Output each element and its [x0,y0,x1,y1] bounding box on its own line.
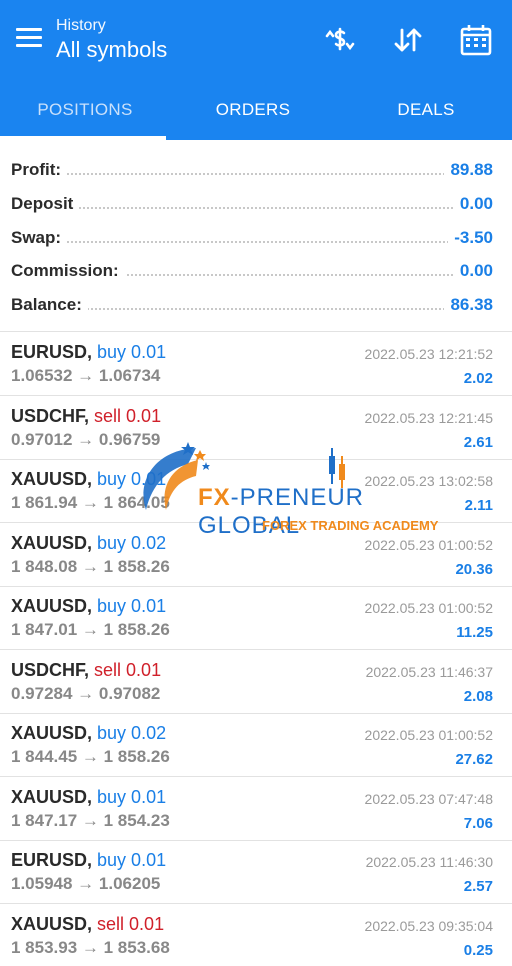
summary-label: Swap: [11,228,68,248]
calendar-icon[interactable] [458,22,494,58]
trade-prices: 1 847.17 → 1 854.23 [11,811,170,830]
trade-profit: 0.25 [463,942,493,959]
header-subtitle: History [56,17,106,34]
trade-time: 2022.05.23 12:21:52 [364,346,493,362]
tab-bar: POSITIONS ORDERS DEALS [0,78,512,140]
summary-label: Profit: [11,160,68,180]
trade-side: buy 0.01 [97,342,167,362]
trade-row[interactable]: XAUUSD, sell 0.01 1 853.93 → 1 853.68 20… [0,904,512,966]
trade-row[interactable]: EURUSD, buy 0.01 1.06532 → 1.06734 2022.… [0,332,512,396]
trade-profit: 11.25 [456,624,493,641]
trade-side: buy 0.01 [97,850,167,870]
trade-time: 2022.05.23 01:00:52 [364,727,493,743]
summary-value: 86.38 [444,295,493,315]
sort-icon[interactable] [390,22,426,58]
trade-profit: 2.57 [463,878,493,895]
trade-side: buy 0.01 [97,596,167,616]
trade-side: buy 0.01 [97,469,167,489]
tab-orders[interactable]: ORDERS [168,78,338,140]
summary-value: 0.00 [453,261,493,281]
trade-time: 2022.05.23 07:47:48 [364,791,493,807]
trade-time: 2022.05.23 13:02:58 [364,473,493,489]
trade-prices: 0.97012 → 0.96759 [11,430,161,449]
summary-value: 0.00 [453,194,493,214]
summary-row-swap: Swap: -3.50 [11,222,493,254]
trade-symbol: USDCHF, [11,660,90,680]
trade-row[interactable]: USDCHF, sell 0.01 0.97284 → 0.97082 2022… [0,650,512,714]
trade-side: buy 0.02 [97,723,167,743]
trade-prices: 1.05948 → 1.06205 [11,874,161,893]
account-summary: Profit: 89.88 Deposit 0.00 Swap: -3.50 C… [0,140,512,332]
trade-time: 2022.05.23 12:21:45 [364,410,493,426]
tab-positions[interactable]: POSITIONS [0,78,170,140]
trade-prices: 1 861.94 → 1 864.05 [11,493,170,512]
trade-time: 2022.05.23 11:46:30 [365,854,493,870]
trade-prices: 1 848.08 → 1 858.26 [11,557,170,576]
trade-prices: 1.06532 → 1.06734 [11,366,161,385]
trade-profit: 27.62 [455,751,493,768]
dotted-leader [11,207,493,209]
trade-row[interactable]: XAUUSD, buy 0.02 1 844.45 → 1 858.26 202… [0,713,512,777]
header-title: All symbols [56,37,168,62]
trade-profit: 2.61 [463,434,493,451]
summary-row-commission: Commission: 0.00 [11,255,493,287]
trade-side: buy 0.02 [97,533,167,553]
trade-symbol: USDCHF, [11,406,90,426]
trade-profit: 7.06 [463,815,493,832]
trade-side: buy 0.01 [97,787,167,807]
trade-time: 2022.05.23 01:00:52 [364,600,493,616]
summary-label: Deposit [11,194,80,214]
trade-time: 2022.05.23 09:35:04 [364,918,493,934]
trade-side: sell 0.01 [94,406,162,426]
trade-symbol: XAUUSD, [11,787,93,807]
trade-symbol: XAUUSD, [11,469,93,489]
app-header: History All symbols [0,0,512,78]
menu-icon[interactable] [16,26,44,50]
trade-prices: 0.97284 → 0.97082 [11,684,161,703]
trade-row[interactable]: EURUSD, buy 0.01 1.05948 → 1.06205 2022.… [0,840,512,904]
trade-row[interactable]: XAUUSD, buy 0.01 1 861.94 → 1 864.05 202… [0,459,512,523]
trade-symbol: EURUSD, [11,342,93,362]
trade-row[interactable]: XAUUSD, buy 0.01 1 847.01 → 1 858.26 202… [0,586,512,650]
trade-symbol: XAUUSD, [11,723,93,743]
trade-prices: 1 853.93 → 1 853.68 [11,938,170,957]
trade-row[interactable]: USDCHF, sell 0.01 0.97012 → 0.96759 2022… [0,396,512,460]
trade-side: sell 0.01 [94,660,162,680]
summary-row-balance: Balance: 86.38 [11,289,493,321]
dotted-leader [11,241,493,243]
tab-deals[interactable]: DEALS [341,78,511,140]
trade-row[interactable]: XAUUSD, buy 0.01 1 847.17 → 1 854.23 202… [0,777,512,841]
dotted-leader [11,173,493,175]
currency-exchange-icon[interactable] [322,22,358,58]
trade-time: 2022.05.23 11:46:37 [365,664,493,680]
summary-row-profit: Profit: 89.88 [11,154,493,186]
trade-row[interactable]: XAUUSD, buy 0.02 1 848.08 → 1 858.26 202… [0,523,512,587]
trade-prices: 1 847.01 → 1 858.26 [11,620,170,639]
trade-profit: 2.08 [463,688,493,705]
trade-symbol: EURUSD, [11,850,93,870]
trade-symbol: XAUUSD, [11,533,93,553]
trade-time: 2022.05.23 01:00:52 [364,537,493,553]
summary-row-deposit: Deposit 0.00 [11,188,493,220]
summary-value: 89.88 [444,160,493,180]
summary-value: -3.50 [448,228,493,248]
trade-profit: 20.36 [455,561,493,578]
trade-prices: 1 844.45 → 1 858.26 [11,747,170,766]
summary-label: Balance: [11,295,88,315]
trade-side: sell 0.01 [97,914,165,934]
trade-profit: 2.02 [463,370,493,387]
summary-label: Commission: [11,261,125,281]
header-title-block: History All symbols [56,16,167,64]
trade-symbol: XAUUSD, [11,914,93,934]
trade-symbol: XAUUSD, [11,596,93,616]
trade-profit: 2.11 [464,497,493,514]
